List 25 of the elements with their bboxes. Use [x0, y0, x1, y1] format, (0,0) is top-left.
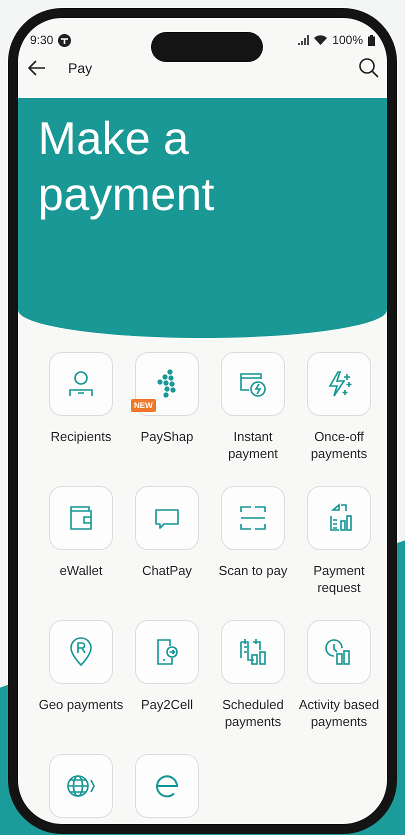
search-icon[interactable]: [359, 58, 379, 78]
battery-percent: 100%: [332, 33, 363, 47]
tile-button[interactable]: [307, 486, 371, 550]
status-time: 9:30: [30, 33, 54, 47]
back-arrow-icon[interactable]: [28, 60, 46, 76]
tile-button[interactable]: [135, 620, 199, 684]
tile-button[interactable]: [221, 486, 285, 550]
tile-button[interactable]: [135, 486, 199, 550]
calendar-chart-icon: [237, 636, 269, 668]
tile-button[interactable]: [49, 620, 113, 684]
hero-heading: Make a payment: [38, 111, 216, 222]
tile-button[interactable]: [49, 754, 113, 818]
signal-icon: [298, 35, 310, 45]
tile-button[interactable]: [49, 486, 113, 550]
tile-button[interactable]: [135, 754, 199, 818]
page-title: Pay: [68, 60, 94, 76]
new-badge: NEW: [131, 399, 156, 412]
tile-button[interactable]: [221, 352, 285, 416]
tile-button[interactable]: [49, 352, 113, 416]
tile-button[interactable]: [307, 352, 371, 416]
tile-button[interactable]: [307, 620, 371, 684]
tile-button[interactable]: [221, 620, 285, 684]
app-logo-icon: [58, 34, 72, 46]
wifi-icon: [314, 35, 328, 45]
battery-icon: [368, 34, 375, 46]
